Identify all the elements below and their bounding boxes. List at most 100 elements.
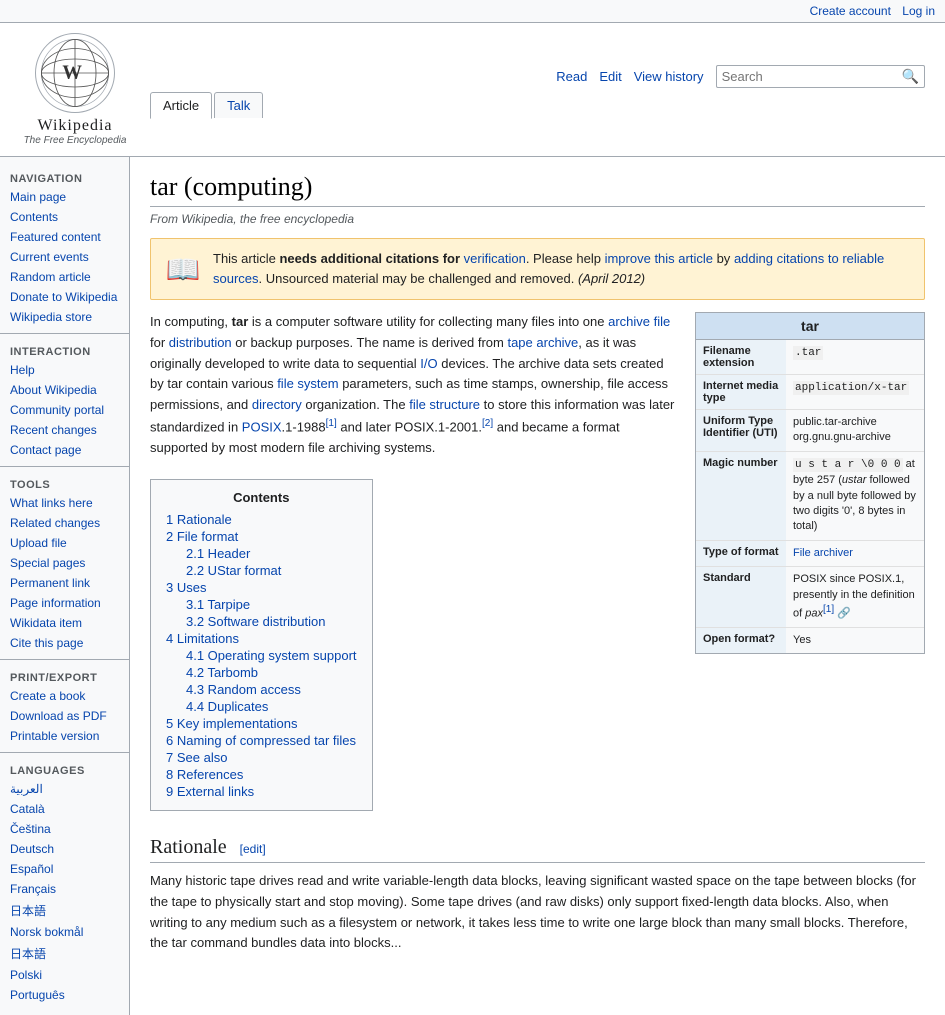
log-in-link[interactable]: Log in xyxy=(902,4,935,18)
sidebar-item-current-events[interactable]: Current events xyxy=(0,247,129,267)
toc-item-4-3: 4.3 Random access xyxy=(166,681,357,698)
toc-link-1[interactable]: 1 Rationale xyxy=(166,512,232,527)
sidebar-lang-japanese[interactable]: 日本語 xyxy=(0,942,129,965)
sidebar: Navigation Main page Contents Featured c… xyxy=(0,157,130,1015)
toc-link-3[interactable]: 3 Uses xyxy=(166,580,206,595)
sidebar-item-donate[interactable]: Donate to Wikipedia xyxy=(0,287,129,307)
logo-subtitle: The Free Encyclopedia xyxy=(24,135,127,146)
file-archiver-link[interactable]: File archiver xyxy=(793,547,853,559)
toc-link-3-1[interactable]: 3.1 Tarpipe xyxy=(186,597,250,612)
sidebar-item-featured-content[interactable]: Featured content xyxy=(0,227,129,247)
toc-item-2-1: 2.1 Header xyxy=(166,545,357,562)
warning-bold: needs additional citations for xyxy=(279,251,460,266)
toc-link-2-1[interactable]: 2.1 Header xyxy=(186,546,250,561)
standard-ref-link[interactable]: [1] xyxy=(823,604,834,615)
toc-link-4-2[interactable]: 4.2 Tarbomb xyxy=(186,665,258,680)
sidebar-item-related-changes[interactable]: Related changes xyxy=(0,513,129,533)
sidebar-item-page-info[interactable]: Page information xyxy=(0,593,129,613)
toc-link-9[interactable]: 9 External links xyxy=(166,784,254,799)
file-structure-link[interactable]: file structure xyxy=(409,397,480,412)
sidebar-lang-deutsch[interactable]: Deutsch xyxy=(0,839,129,859)
infobox-label-type: Type of format xyxy=(696,541,786,566)
rationale-edit-link[interactable]: [edit] xyxy=(240,842,266,856)
sidebar-lang-czech[interactable]: Čeština xyxy=(0,819,129,839)
toc-link-8[interactable]: 8 References xyxy=(166,767,243,782)
header: W Wikipedia The Free Encyclopedia Read E… xyxy=(0,23,945,157)
create-account-link[interactable]: Create account xyxy=(810,4,891,18)
search-input[interactable] xyxy=(722,69,902,84)
sidebar-lang-nederlands[interactable]: Norsk bokmål xyxy=(0,922,129,942)
edit-tab[interactable]: Edit xyxy=(599,69,621,84)
sidebar-lang-catala[interactable]: Català xyxy=(0,799,129,819)
wikipedia-globe-icon: W xyxy=(40,38,110,108)
sidebar-item-wikidata[interactable]: Wikidata item xyxy=(0,613,129,633)
toc-link-4-1[interactable]: 4.1 Operating system support xyxy=(186,648,357,663)
sidebar-item-create-book[interactable]: Create a book xyxy=(0,686,129,706)
warning-verification-link[interactable]: verification xyxy=(464,251,526,266)
infobox-label-uti: Uniform Type Identifier (UTI) xyxy=(696,410,786,451)
sidebar-item-special-pages[interactable]: Special pages xyxy=(0,553,129,573)
archive-file-link[interactable]: archive file xyxy=(608,314,670,329)
search-button[interactable]: 🔍 xyxy=(902,68,919,85)
view-history-tab[interactable]: View history xyxy=(634,69,704,84)
sidebar-item-community-portal[interactable]: Community portal xyxy=(0,400,129,420)
infobox-filename-code: .tar xyxy=(793,346,823,360)
toc-link-2[interactable]: 2 File format xyxy=(166,529,238,544)
toc-link-6[interactable]: 6 Naming of compressed tar files xyxy=(166,733,356,748)
filesystem-link[interactable]: file system xyxy=(277,376,338,391)
interaction-section-title: Interaction xyxy=(0,340,129,360)
warning-text: This article needs additional citations … xyxy=(213,249,912,288)
sidebar-item-what-links[interactable]: What links here xyxy=(0,493,129,513)
read-tab[interactable]: Read xyxy=(556,69,587,84)
toc-item-4-4: 4.4 Duplicates xyxy=(166,698,357,715)
sidebar-item-help[interactable]: Help xyxy=(0,360,129,380)
toc-link-4[interactable]: 4 Limitations xyxy=(166,631,239,646)
sidebar-item-download-pdf[interactable]: Download as PDF xyxy=(0,706,129,726)
sidebar-item-cite-page[interactable]: Cite this page xyxy=(0,633,129,653)
sidebar-item-random-article[interactable]: Random article xyxy=(0,267,129,287)
infobox-value-uti: public.tar-archiveorg.gnu.gnu-archive xyxy=(786,410,898,451)
sidebar-lang-espanol[interactable]: Español xyxy=(0,859,129,879)
sidebar-lang-arabic[interactable]: العربية xyxy=(0,779,129,799)
infobox-label-filename: Filename extension xyxy=(696,340,786,374)
talk-tab[interactable]: Talk xyxy=(214,92,263,118)
sidebar-item-contents[interactable]: Contents xyxy=(0,207,129,227)
infobox-value-media: application/x-tar xyxy=(786,375,916,409)
toc-item-3-1: 3.1 Tarpipe xyxy=(166,596,357,613)
sidebar-item-permanent-link[interactable]: Permanent link xyxy=(0,573,129,593)
sidebar-lang-polski[interactable]: Português xyxy=(0,985,129,1005)
toc-link-5[interactable]: 5 Key implementations xyxy=(166,716,298,731)
navigation-section-title: Navigation xyxy=(0,167,129,187)
sidebar-item-upload-file[interactable]: Upload file xyxy=(0,533,129,553)
toc-link-4-3[interactable]: 4.3 Random access xyxy=(186,682,301,697)
sidebar-item-recent-changes[interactable]: Recent changes xyxy=(0,420,129,440)
posix-link[interactable]: POSIX xyxy=(242,419,282,434)
tape-archive-link[interactable]: tape archive xyxy=(507,335,578,350)
sidebar-lang-norsk[interactable]: Polski xyxy=(0,965,129,985)
logo-image[interactable]: W xyxy=(35,33,115,113)
toc-link-2-2[interactable]: 2.2 UStar format xyxy=(186,563,281,578)
article-tab[interactable]: Article xyxy=(150,92,212,119)
warning-text-p1: This article xyxy=(213,251,279,266)
distribution-link[interactable]: distribution xyxy=(169,335,232,350)
layout: Navigation Main page Contents Featured c… xyxy=(0,157,945,1015)
sidebar-lang-francais[interactable]: Français xyxy=(0,879,129,899)
toc-item-3: 3 Uses xyxy=(166,579,357,596)
infobox-value-filename: .tar xyxy=(786,340,830,374)
infobox-label-standard: Standard xyxy=(696,567,786,627)
ref1-link[interactable]: [1] xyxy=(326,418,337,429)
directory-link[interactable]: directory xyxy=(252,397,302,412)
sidebar-item-main-page[interactable]: Main page xyxy=(0,187,129,207)
ref2-link[interactable]: [2] xyxy=(482,418,493,429)
toc-item-4-1: 4.1 Operating system support xyxy=(166,647,357,664)
sidebar-item-contact[interactable]: Contact page xyxy=(0,440,129,460)
sidebar-item-store[interactable]: Wikipedia store xyxy=(0,307,129,327)
toc-link-3-2[interactable]: 3.2 Software distribution xyxy=(186,614,325,629)
sidebar-lang-italiano[interactable]: 日本語 xyxy=(0,899,129,922)
sidebar-item-about[interactable]: About Wikipedia xyxy=(0,380,129,400)
toc-link-4-4[interactable]: 4.4 Duplicates xyxy=(186,699,268,714)
toc-link-7[interactable]: 7 See also xyxy=(166,750,227,765)
warning-improve-link[interactable]: improve this article xyxy=(605,251,713,266)
io-link[interactable]: I/O xyxy=(420,356,437,371)
sidebar-item-printable[interactable]: Printable version xyxy=(0,726,129,746)
